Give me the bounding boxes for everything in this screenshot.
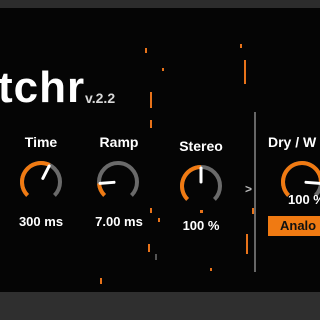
signal-arrow: > — [245, 182, 253, 196]
deco-dash — [244, 60, 246, 84]
time-knob[interactable] — [19, 160, 63, 204]
stereo-label: Stereo — [179, 138, 223, 154]
deco-dash — [148, 244, 150, 252]
plugin-version: v.2.2 — [85, 90, 116, 106]
ramp-knob[interactable] — [96, 160, 140, 204]
plugin-title: tchr — [0, 63, 86, 112]
plugin-panel: tchr v.2.2 Time 300 ms Ramp 7.00 ms Ster… — [0, 8, 320, 292]
deco-dash — [150, 120, 152, 128]
knob-pointer — [304, 180, 320, 185]
deco-dash — [246, 234, 248, 254]
deco-dash — [240, 44, 242, 48]
stereo-value: 100 % — [182, 218, 220, 233]
drywet-label: Dry / W — [268, 134, 317, 150]
deco-dash — [100, 278, 102, 284]
deco-dash — [145, 48, 147, 53]
knob-value-arc — [20, 161, 51, 197]
deco-dash — [210, 268, 212, 271]
deco-dash — [155, 254, 157, 260]
ramp-value: 7.00 ms — [95, 214, 143, 229]
mode-button[interactable]: Analo — [268, 216, 320, 236]
knob-pointer — [98, 180, 116, 185]
section-divider — [254, 112, 256, 272]
knob-value-arc — [97, 183, 107, 197]
drywet-value: 100 % — [288, 192, 320, 207]
ramp-label: Ramp — [99, 134, 139, 150]
deco-dash — [162, 68, 164, 71]
deco-dash — [200, 210, 203, 213]
stereo-knob[interactable] — [179, 164, 223, 208]
bottom-bar — [0, 292, 320, 320]
knob-value-arc — [180, 165, 202, 201]
deco-dash — [150, 208, 152, 213]
knob-pointer — [41, 164, 51, 180]
knob-track — [97, 161, 139, 197]
deco-dash — [150, 92, 152, 108]
knob-value-arc — [281, 161, 320, 197]
